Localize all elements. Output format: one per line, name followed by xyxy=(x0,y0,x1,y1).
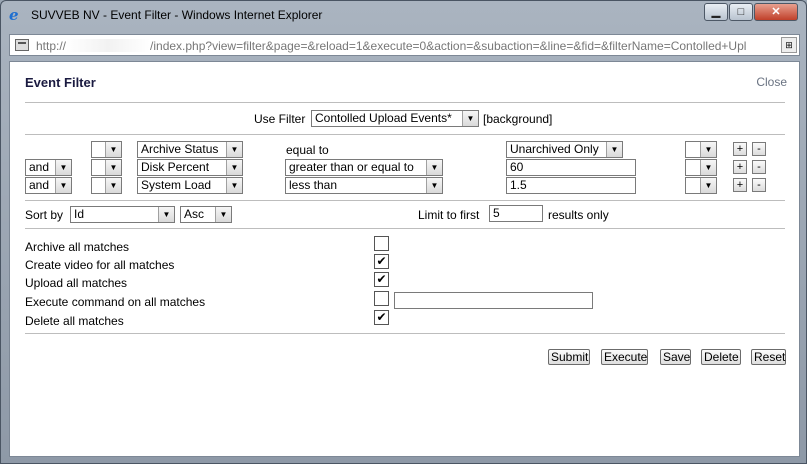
sort-direction-select[interactable]: Asc ▼ xyxy=(180,206,232,223)
divider xyxy=(25,134,785,135)
open-paren-select[interactable]: ▼ xyxy=(91,177,122,194)
chevron-down-icon: ▼ xyxy=(55,178,71,193)
chevron-down-icon: ▼ xyxy=(700,178,716,193)
chevron-down-icon: ▼ xyxy=(105,178,121,193)
attribute-select[interactable]: Disk Percent ▼ xyxy=(137,159,243,176)
close-window-button[interactable]: ✕ xyxy=(754,3,798,21)
chevron-down-icon: ▼ xyxy=(700,160,716,175)
page-icon xyxy=(15,39,29,51)
sort-field-select[interactable]: Id ▼ xyxy=(70,206,175,223)
limit-input[interactable]: 5 xyxy=(489,205,543,222)
operator-value: less than xyxy=(289,178,338,192)
divider xyxy=(25,102,785,103)
delete-all-checkbox[interactable]: ✔ xyxy=(374,310,389,325)
address-rest: /index.php?view=filter&page=&reload=1&ex… xyxy=(150,39,747,53)
command-input[interactable] xyxy=(394,292,593,309)
archive-all-checkbox[interactable] xyxy=(374,236,389,251)
conjunction-select[interactable]: and ▼ xyxy=(25,159,72,176)
operator-select[interactable]: less than ▼ xyxy=(285,177,443,194)
reset-button[interactable]: Reset xyxy=(751,349,786,365)
sort-by-label: Sort by xyxy=(25,208,64,222)
operator-value: greater than or equal to xyxy=(289,160,414,174)
conjunction-select[interactable]: and ▼ xyxy=(25,177,72,194)
attribute-value: Archive Status xyxy=(141,142,219,156)
chevron-down-icon: ▼ xyxy=(426,160,442,175)
sort-field-value: Id xyxy=(74,207,85,221)
divider xyxy=(25,200,785,201)
chevron-down-icon: ▼ xyxy=(105,160,121,175)
conjunction-value: and xyxy=(29,160,50,174)
add-row-button[interactable]: + xyxy=(733,178,747,192)
chevron-down-icon: ▼ xyxy=(55,160,71,175)
divider xyxy=(25,333,785,334)
close-paren-select[interactable]: ▼ xyxy=(685,141,717,158)
close-link[interactable]: Close xyxy=(756,75,787,89)
create-video-label: Create video for all matches xyxy=(25,258,175,272)
execute-button[interactable]: Execute xyxy=(601,349,648,365)
use-filter-select[interactable]: Contolled Upload Events* ▼ xyxy=(311,110,479,127)
address-redacted xyxy=(66,39,151,52)
submit-button[interactable]: Submit xyxy=(548,349,590,365)
address-prefix: http:// xyxy=(36,39,67,53)
minimize-button[interactable]: ▁ xyxy=(704,3,728,21)
archive-all-label: Archive all matches xyxy=(25,240,130,254)
upload-all-checkbox[interactable]: ✔ xyxy=(374,272,389,287)
dialog-heading: Event Filter xyxy=(25,75,96,90)
operator-select[interactable]: greater than or equal to ▼ xyxy=(285,159,443,176)
divider xyxy=(25,228,785,229)
chevron-down-icon: ▼ xyxy=(226,178,242,193)
open-paren-select[interactable]: ▼ xyxy=(91,159,122,176)
value-value: Unarchived Only xyxy=(510,142,599,156)
chevron-down-icon: ▼ xyxy=(462,111,478,126)
upload-all-label: Upload all matches xyxy=(25,276,128,290)
limit-prefix: Limit to first xyxy=(418,208,480,222)
maximize-button[interactable]: □ xyxy=(729,3,753,21)
open-paren-select[interactable]: ▼ xyxy=(91,141,122,158)
browser-window: e SUVVEB NV - Event Filter - Windows Int… xyxy=(0,0,807,464)
chevron-down-icon: ▼ xyxy=(606,142,622,157)
title-bar[interactable]: e SUVVEB NV - Event Filter - Windows Int… xyxy=(1,1,806,31)
remove-row-button[interactable]: - xyxy=(752,178,766,192)
use-filter-value: Contolled Upload Events* xyxy=(315,111,452,125)
conjunction-value: and xyxy=(29,178,50,192)
execute-command-checkbox[interactable] xyxy=(374,291,389,306)
remove-row-button[interactable]: - xyxy=(752,160,766,174)
operator-text: equal to xyxy=(286,143,329,157)
value-input[interactable]: 1.5 xyxy=(506,177,636,194)
chevron-down-icon: ▼ xyxy=(226,160,242,175)
attribute-value: System Load xyxy=(141,178,212,192)
address-bar[interactable]: http:// /index.php?view=filter&page=&relo… xyxy=(9,34,800,56)
chevron-down-icon: ▼ xyxy=(426,178,442,193)
save-button[interactable]: Save xyxy=(660,349,691,365)
chevron-down-icon: ▼ xyxy=(105,142,121,157)
use-filter-label: Use Filter xyxy=(254,112,306,126)
value-input[interactable]: 60 xyxy=(506,159,636,176)
close-paren-select[interactable]: ▼ xyxy=(685,177,717,194)
address-text: http:// /index.php?view=filter&page=&relo… xyxy=(36,39,746,53)
chevron-down-icon: ▼ xyxy=(226,142,242,157)
add-row-button[interactable]: + xyxy=(733,142,747,156)
sort-direction-value: Asc xyxy=(184,207,205,221)
close-paren-select[interactable]: ▼ xyxy=(685,159,717,176)
delete-all-label: Delete all matches xyxy=(25,314,124,328)
limit-suffix: results only xyxy=(548,208,609,222)
remove-row-button[interactable]: - xyxy=(752,142,766,156)
chevron-down-icon: ▼ xyxy=(158,207,174,222)
add-row-button[interactable]: + xyxy=(733,160,747,174)
attribute-value: Disk Percent xyxy=(141,160,210,174)
dialog-content: Event Filter Close Use Filter Contolled … xyxy=(9,61,800,457)
attribute-select[interactable]: System Load ▼ xyxy=(137,177,243,194)
chevron-down-icon: ▼ xyxy=(700,142,716,157)
create-video-checkbox[interactable]: ✔ xyxy=(374,254,389,269)
execute-command-label: Execute command on all matches xyxy=(25,295,206,309)
value-select[interactable]: Unarchived Only ▼ xyxy=(506,141,623,158)
attribute-select[interactable]: Archive Status ▼ xyxy=(137,141,243,158)
ie-icon: e xyxy=(9,6,19,24)
window-title: SUVVEB NV - Event Filter - Windows Inter… xyxy=(31,8,323,22)
chevron-down-icon: ▼ xyxy=(215,207,231,222)
background-note: [background] xyxy=(483,112,553,126)
compatibility-icon[interactable]: ⊞ xyxy=(781,37,797,53)
delete-button[interactable]: Delete xyxy=(701,349,741,365)
